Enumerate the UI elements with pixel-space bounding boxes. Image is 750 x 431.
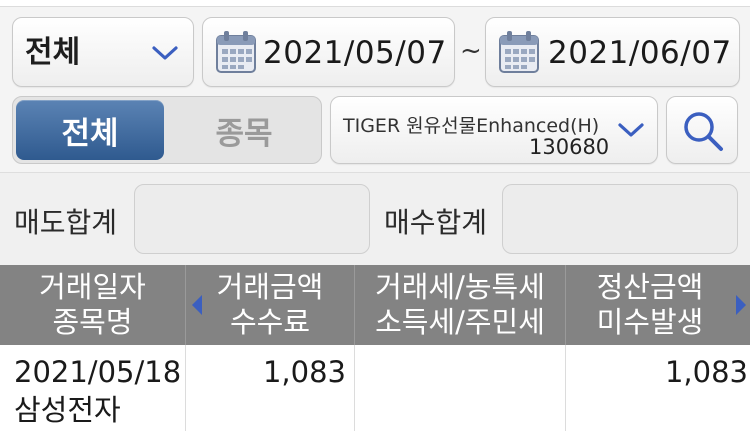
col-header-settlement: 정산금액 미수발생 xyxy=(566,270,734,340)
col-header-date-name: 거래일자 종목명 xyxy=(0,270,185,340)
col-header-line1: 거래세/농특세 xyxy=(375,270,545,304)
scroll-right-arrow-icon[interactable] xyxy=(734,293,748,317)
calendar-icon xyxy=(499,31,539,73)
stock-name: TIGER 원유선물Enhanced(H) xyxy=(343,115,600,137)
segment-all-button[interactable]: 전체 xyxy=(16,100,164,160)
category-dropdown[interactable]: 전체 xyxy=(12,17,194,87)
trade-amount: 1,083 xyxy=(262,355,346,389)
chevron-down-icon xyxy=(618,123,644,137)
calendar-icon xyxy=(216,31,256,73)
settlement-amount: 1,083 xyxy=(664,355,748,389)
col-header-line2: 수수료 xyxy=(229,305,311,339)
col-header-line1: 거래금액 xyxy=(216,270,324,304)
search-icon xyxy=(684,112,723,151)
col-header-line2: 종목명 xyxy=(52,305,133,339)
sell-total-label: 매도합계 xyxy=(14,206,118,239)
start-date-picker[interactable]: 2021/05/07 xyxy=(202,17,455,87)
stock-select-dropdown[interactable]: TIGER 원유선물Enhanced(H) 130680 xyxy=(330,96,658,164)
trade-date: 2021/05/18 xyxy=(14,355,182,389)
col-header-line1: 정산금액 xyxy=(596,270,704,304)
chevron-down-icon xyxy=(152,46,178,60)
search-button[interactable] xyxy=(666,96,738,164)
end-date-picker[interactable]: 2021/06/07 xyxy=(485,17,740,87)
end-date-value: 2021/06/07 xyxy=(548,35,732,71)
segment-stock-button[interactable]: 종목 xyxy=(169,100,319,160)
sell-total-field xyxy=(134,184,370,254)
buy-total-label: 매수합계 xyxy=(384,206,488,239)
col-header-amount-fee: 거래금액 수수료 xyxy=(186,270,354,340)
table-row[interactable]: 2021/05/18 삼성전자 1,083 1,083 xyxy=(0,345,750,431)
table-header: 거래일자 종목명 거래금액 수수료 거래세/농특세 소득세/주민세 정산금액 미… xyxy=(0,265,750,345)
date-range-separator: ~ xyxy=(460,36,482,66)
view-mode-segment: 전체 종목 xyxy=(12,96,322,164)
summary-panel: 매도합계 매수합계 xyxy=(0,172,750,265)
buy-total-field xyxy=(502,184,738,254)
stock-name-cell: 삼성전자 xyxy=(14,393,121,427)
top-divider xyxy=(0,0,750,7)
stock-code: 130680 xyxy=(529,135,610,159)
column-divider xyxy=(354,345,355,431)
col-header-taxes: 거래세/농특세 소득세/주민세 xyxy=(355,270,565,340)
col-header-line1: 거래일자 xyxy=(39,270,146,304)
col-header-line2: 소득세/주민세 xyxy=(375,305,545,339)
start-date-value: 2021/05/07 xyxy=(263,35,447,71)
col-header-line2: 미수발생 xyxy=(596,305,704,339)
category-dropdown-label: 전체 xyxy=(25,35,81,70)
